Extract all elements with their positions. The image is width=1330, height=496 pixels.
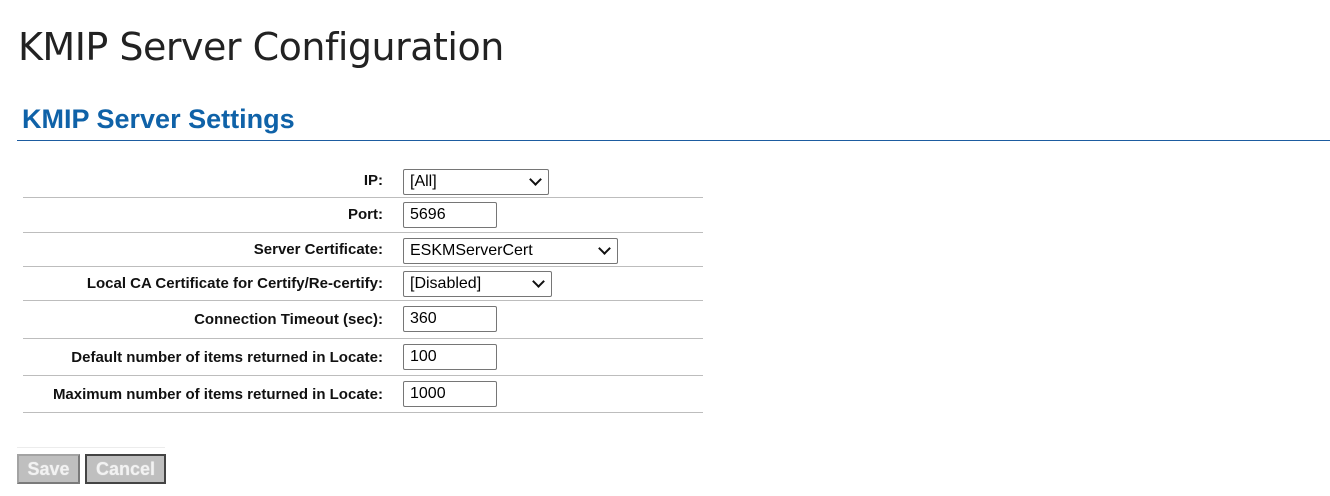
setting-row-server-certificate: Server Certificate: ESKMServerCert [23,233,703,267]
setting-row-max-locate-items: Maximum number of items returned in Loca… [23,376,703,413]
setting-row-default-locate-items: Default number of items returned in Loca… [23,339,703,376]
section-title: KMIP Server Settings [22,104,295,134]
setting-row-port: Port: 5696 [23,198,703,233]
chevron-down-icon [532,275,545,288]
chevron-down-icon [598,242,611,255]
server-certificate-label: Server Certificate: [253,241,383,258]
server-certificate-value: ESKMServerCert [410,242,533,259]
setting-row-ip: IP: [All] [23,162,703,198]
setting-row-local-ca-certificate: Local CA Certificate for Certify/Re-cert… [23,267,703,301]
default-locate-items-input[interactable]: 100 [403,344,497,370]
ip-select-value: [All] [410,173,437,190]
max-locate-items-label: Maximum number of items returned in Loca… [52,386,383,403]
connection-timeout-input[interactable]: 360 [403,306,497,332]
server-certificate-select[interactable]: ESKMServerCert [403,238,618,264]
ip-select[interactable]: [All] [403,169,549,195]
local-ca-certificate-value: [Disabled] [410,275,482,292]
cancel-button[interactable]: Cancel [85,454,166,484]
port-label: Port: [348,206,383,223]
port-input-value: 5696 [410,206,446,223]
settings-form: IP: [All] Port: 5696 Server Certificate:… [23,162,703,413]
save-button[interactable]: Save [17,454,80,484]
ip-label: IP: [363,172,383,189]
default-locate-items-value: 100 [410,348,437,365]
chevron-down-icon [529,173,542,186]
max-locate-items-value: 1000 [410,385,446,402]
connection-timeout-value: 360 [410,310,437,327]
connection-timeout-label: Connection Timeout (sec): [194,311,383,328]
local-ca-certificate-select[interactable]: [Disabled] [403,271,552,297]
actions-divider [17,447,165,448]
page-title: KMIP Server Configuration [18,25,504,69]
port-input[interactable]: 5696 [403,202,497,228]
section-divider [17,140,1330,141]
default-locate-items-label: Default number of items returned in Loca… [71,349,383,366]
setting-row-connection-timeout: Connection Timeout (sec): 360 [23,301,703,339]
local-ca-certificate-label: Local CA Certificate for Certify/Re-cert… [86,275,383,292]
max-locate-items-input[interactable]: 1000 [403,381,497,407]
